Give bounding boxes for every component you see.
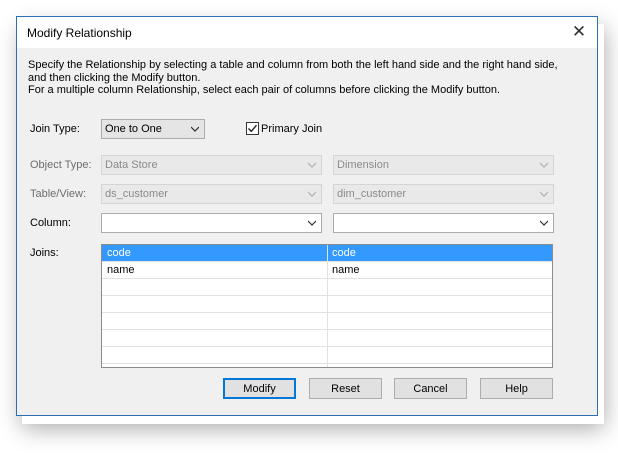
primary-join-checkbox[interactable]	[246, 122, 259, 135]
instructions-line: For a multiple column Relationship, sele…	[28, 84, 501, 96]
title-bar: Modify Relationship ✕	[17, 17, 597, 48]
instructions-text: Specify the Relationship by selecting a …	[28, 59, 588, 97]
join-left-column: name	[107, 264, 135, 276]
join-type-value: One to One	[105, 123, 162, 135]
close-icon: ✕	[571, 22, 587, 41]
chevron-down-icon	[308, 220, 316, 226]
modify-relationship-dialog: Modify Relationship ✕ Specify the Relati…	[16, 16, 598, 416]
left-object-type-value: Data Store	[105, 159, 158, 171]
joins-label: Joins:	[30, 247, 59, 259]
right-table-view-dropdown[interactable]: dim_customer	[333, 184, 554, 204]
left-column-dropdown[interactable]	[101, 213, 322, 233]
object-type-label: Object Type:	[30, 159, 92, 171]
join-type-label: Join Type:	[30, 123, 80, 135]
dialog-title: Modify Relationship	[27, 26, 132, 40]
chevron-down-icon	[308, 191, 316, 197]
column-divider	[327, 245, 328, 367]
left-table-view-value: ds_customer	[105, 188, 168, 200]
right-object-type-dropdown[interactable]: Dimension	[333, 155, 554, 175]
chevron-down-icon	[308, 162, 316, 168]
join-type-dropdown[interactable]: One to One	[101, 119, 205, 139]
help-button[interactable]: Help	[480, 378, 553, 399]
right-table-view-value: dim_customer	[337, 188, 407, 200]
reset-button[interactable]: Reset	[309, 378, 382, 399]
modify-button[interactable]: Modify	[223, 378, 296, 399]
table-view-label: Table/View:	[30, 188, 87, 200]
join-right-column: code	[332, 247, 356, 259]
cancel-button[interactable]: Cancel	[394, 378, 467, 399]
left-table-view-dropdown[interactable]: ds_customer	[101, 184, 322, 204]
join-left-column: code	[107, 247, 131, 259]
primary-join-label[interactable]: Primary Join	[261, 123, 322, 135]
left-object-type-dropdown[interactable]: Data Store	[101, 155, 322, 175]
chevron-down-icon	[540, 191, 548, 197]
close-button[interactable]: ✕	[567, 21, 591, 43]
column-label: Column:	[30, 217, 71, 229]
chevron-down-icon	[540, 220, 548, 226]
right-column-dropdown[interactable]	[333, 213, 554, 233]
chevron-down-icon	[540, 162, 548, 168]
instructions-line: and then clicking the Modify button.	[28, 71, 201, 84]
right-object-type-value: Dimension	[337, 159, 389, 171]
instructions-line: Specify the Relationship by selecting a …	[28, 59, 558, 71]
joins-grid[interactable]: code code name name	[101, 244, 553, 368]
join-right-column: name	[332, 264, 360, 276]
chevron-down-icon	[191, 126, 199, 132]
checkmark-icon	[248, 124, 258, 133]
